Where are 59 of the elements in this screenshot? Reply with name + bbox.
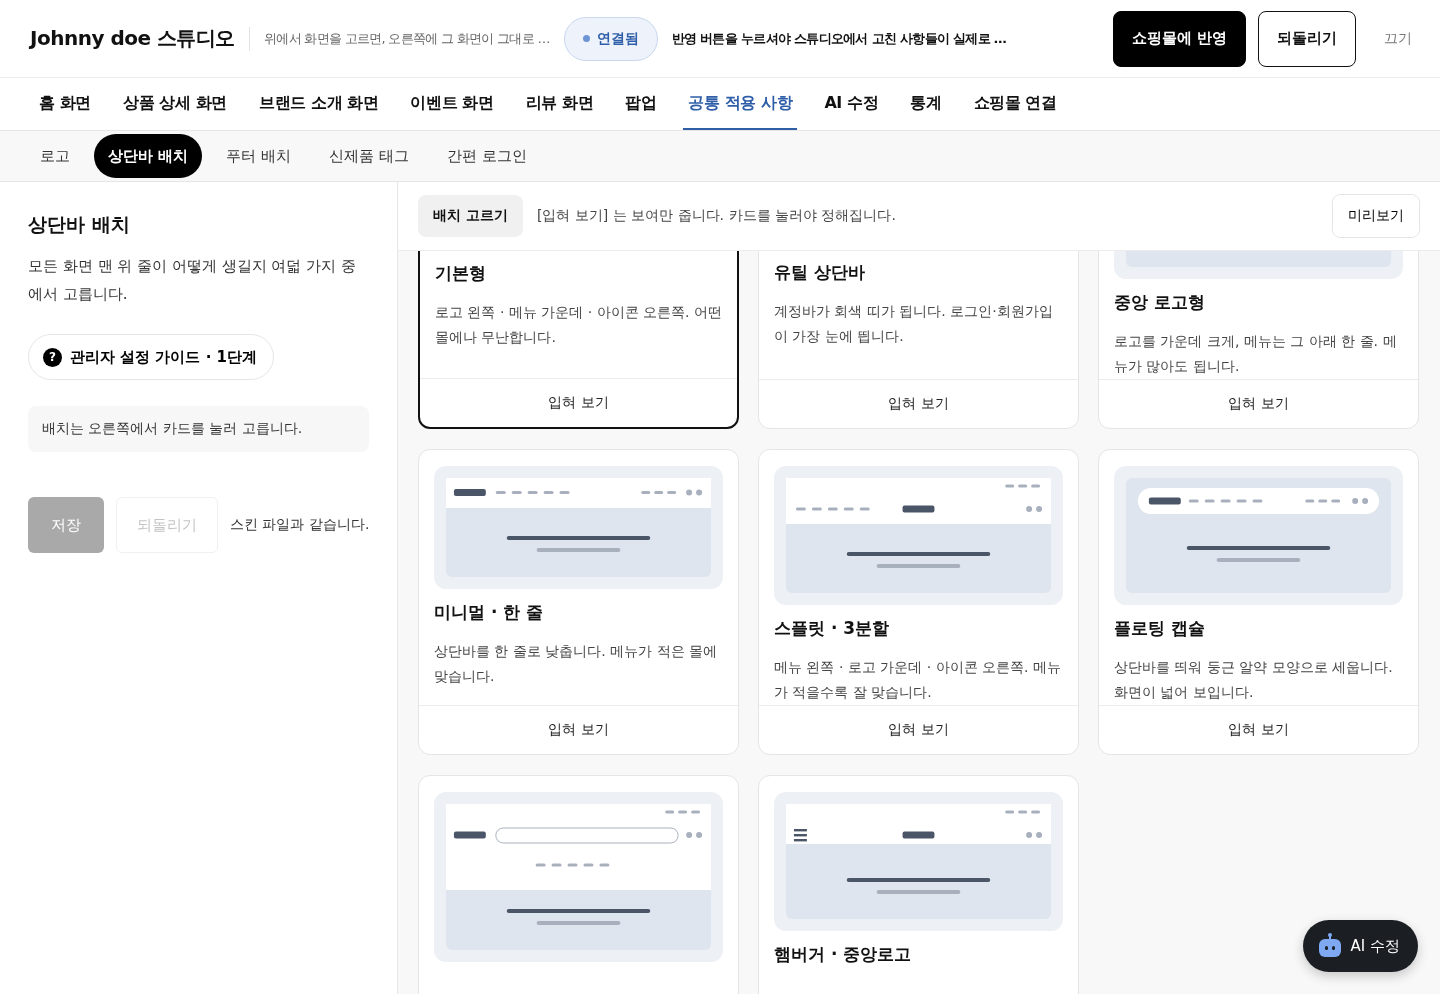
try-on-button[interactable]: 입혀 보기 [1099, 379, 1418, 428]
sub-tab[interactable]: 간편 로그인 [432, 134, 541, 178]
help-icon: ? [43, 347, 62, 367]
card-description: 상단바를 한 줄로 낮춥니다. 메뉴가 적은 몰에 맞습니다. [434, 642, 719, 686]
card-title: 플로팅 캡슐 [1114, 617, 1206, 639]
nav-tab[interactable]: 통계 [905, 78, 947, 130]
layout-card[interactable]: 플로팅 캡슐 상단바를 띄워 둥근 알약 모양으로 세웁니다. 화면이 넓어 보입니다. 입혀 보기 [1098, 449, 1419, 755]
layout-card[interactable]: 중앙 로고형 로고를 가운데 크게, 메뉴는 그 아래 한 줄. 메뉴가 많아도 됩니다. 입혀 보기 [1098, 251, 1419, 429]
card-description: 계정바가 회색 띠가 됩니다. 로그인·회원가입이 가장 눈에 띕니다. [774, 302, 1054, 346]
connection-status: 연결됨 [563, 16, 658, 61]
card-description: 로고를 가운데 크게, 메뉴는 그 아래 한 줄. 메뉴가 많아도 됩니다. [1114, 332, 1398, 376]
picker-hint: [입혀 보기] 는 보여만 줍니다. 카드를 눌러야 정해집니다. [536, 207, 896, 225]
save-status: 스킨 파일과 같습니다. [230, 516, 370, 534]
card-title: 햄버거 · 중앙로고 [774, 943, 913, 965]
sub-tab[interactable]: 로고 [26, 134, 84, 178]
nav-tab[interactable]: 팝업 [620, 78, 662, 130]
try-on-button[interactable]: 입혀 보기 [419, 705, 738, 754]
layout-card[interactable]: 기본형 로고 왼쪽 · 메뉴 가운데 · 아이콘 오른쪽. 어떤 몰에나 무난합니다. 입혀 보기 [418, 251, 739, 429]
studio-title: Johnny doe 스튜디오 [30, 25, 235, 52]
robot-icon [1316, 933, 1343, 959]
preview-button[interactable]: 미리보기 [1332, 194, 1420, 238]
sub-tab[interactable]: 상단바 배치 [94, 134, 203, 178]
layout-card[interactable]: 햄버거 · 중앙로고 [758, 775, 1079, 994]
layout-card[interactable]: 미니멀 · 한 줄 상단바를 한 줄로 낮춥니다. 메뉴가 적은 몰에 맞습니다. 입혀 보기 [418, 449, 739, 755]
panel-title: 상단바 배치 [28, 212, 130, 237]
try-on-button[interactable]: 입혀 보기 [759, 379, 1078, 428]
card-description: 로고 왼쪽 · 메뉴 가운데 · 아이콘 오른쪽. 어떤 몰에나 무난합니다. [435, 303, 722, 347]
revert-button[interactable]: 되돌리기 [1258, 10, 1356, 67]
nav-tab[interactable]: 이벤트 화면 [405, 78, 499, 130]
nav-tab[interactable]: 홈 화면 [34, 78, 96, 130]
nav-tab[interactable]: 쇼핑몰 연결 [968, 78, 1062, 130]
card-title: 스플릿 · 3분할 [774, 617, 891, 639]
ai-edit-button[interactable]: AI 수정 [1302, 920, 1418, 972]
sub-tab[interactable]: 신제품 태그 [315, 134, 423, 178]
nav-tab[interactable]: 리뷰 화면 [520, 78, 599, 130]
try-on-button[interactable]: 입혀 보기 [420, 378, 737, 427]
header-hint: 위에서 화면을 고르면, 오른쪽에 그 화면이 그대로 … [264, 29, 550, 48]
try-on-button[interactable]: 입혀 보기 [759, 705, 1078, 754]
try-on-button[interactable]: 입혀 보기 [1099, 705, 1418, 754]
nav-tab[interactable]: AI 수정 [819, 78, 884, 130]
publish-button[interactable]: 쇼핑몰에 반영 [1112, 10, 1246, 67]
card-title: 중앙 로고형 [1114, 291, 1206, 313]
nav-tab[interactable]: 브랜드 소개 화면 [253, 78, 384, 130]
card-title: 미니멀 · 한 줄 [434, 601, 545, 623]
close-button[interactable]: 끄기 [1378, 10, 1418, 67]
section-label: 배치 고르기 [418, 195, 523, 237]
layout-card[interactable]: 유틸 상단바 계정바가 회색 띠가 됩니다. 로그인·회원가입이 가장 눈에 띕니다. 입혀 보기 [758, 251, 1079, 429]
layout-card[interactable]: 스플릿 · 3분할 메뉴 왼쪽 · 로고 가운데 · 아이콘 오른쪽. 메뉴가 적을수록 잘 맞습니다. 입혀 보기 [758, 449, 1079, 755]
panel-description: 모든 화면 맨 위 줄이 어떻게 생길지 여덟 가지 중에서 고릅니다. [28, 256, 357, 305]
card-description: 상단바를 띄워 둥근 알약 모양으로 세웁니다. 화면이 넓어 보입니다. [1114, 658, 1394, 702]
sub-tab[interactable]: 푸터 배치 [212, 134, 305, 178]
publish-notice: 반영 버튼을 누르셔야 스튜디오에서 고친 사항들이 실제로 … [671, 29, 1007, 48]
card-description: 메뉴 왼쪽 · 로고 가운데 · 아이콘 오른쪽. 메뉴가 적을수록 잘 맞습니다. [774, 658, 1062, 702]
layout-card[interactable] [418, 775, 739, 994]
guide-button[interactable]: ? 관리자 설정 가이드 · 1단계 [28, 334, 275, 380]
nav-tab[interactable]: 상품 상세 화면 [118, 78, 232, 130]
card-title: 유틸 상단바 [774, 261, 866, 283]
info-note: 배치는 오른쪽에서 카드를 눌러 고릅니다. [28, 406, 369, 452]
card-title: 기본형 [435, 262, 487, 284]
